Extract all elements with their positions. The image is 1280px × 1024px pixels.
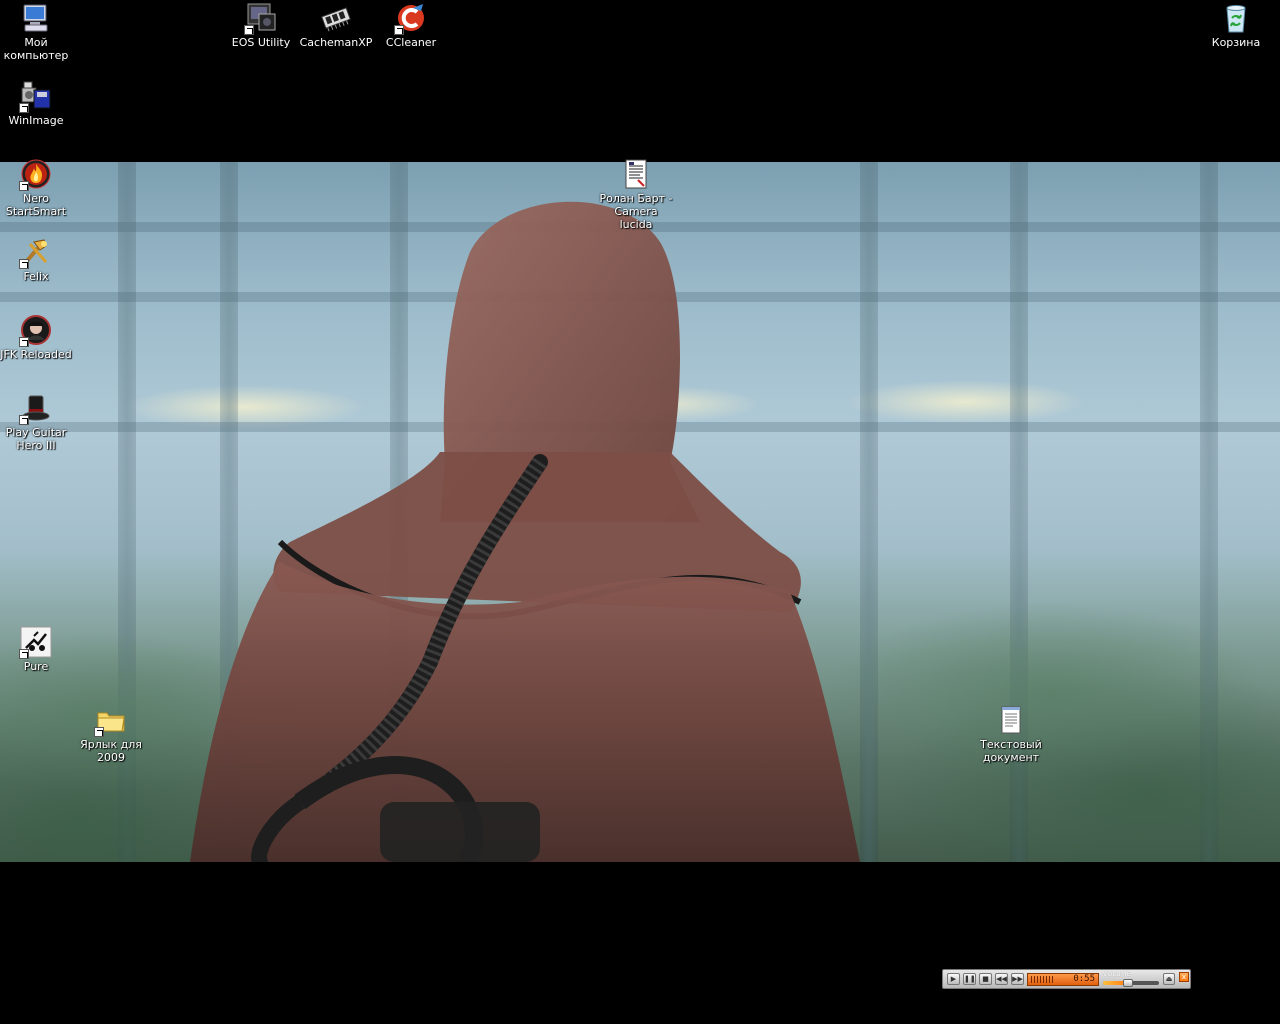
desktop-icon-roland-barthes[interactable]: Ролан Барт - Camera lucida — [598, 158, 674, 231]
pause-button[interactable]: ❚❚ — [963, 973, 976, 985]
recycle-bin-icon — [1220, 2, 1252, 34]
visualizer — [1031, 976, 1055, 983]
previous-button[interactable]: ◀◀ — [995, 973, 1008, 985]
desktop-icon-jfk-reloaded[interactable]: JFK Reloaded — [0, 314, 74, 361]
options-button[interactable]: x — [1179, 972, 1189, 982]
jfk-icon — [19, 314, 52, 347]
time-readout: 0:55 — [1073, 974, 1095, 984]
desktop-icon-winimage[interactable]: WinImage — [0, 80, 74, 127]
folder-icon — [94, 704, 127, 737]
stop-button[interactable]: ■ — [979, 973, 992, 985]
desktop-icon-my-computer[interactable]: Мой компьютер — [0, 2, 74, 62]
desktop-icon-cachemanxp[interactable]: CachemanXP — [298, 2, 374, 49]
next-button[interactable]: ▶▶ — [1011, 973, 1024, 985]
document-icon — [620, 158, 652, 190]
computer-icon — [20, 2, 52, 34]
tools-icon — [19, 236, 52, 269]
hooded-figure-image — [190, 201, 860, 862]
eject-button[interactable]: ⏏ — [1163, 973, 1175, 985]
camera-utility-icon — [244, 2, 277, 35]
volume-slider[interactable] — [1103, 979, 1159, 987]
volume-label: VOLUME — [1103, 971, 1132, 978]
memory-chip-icon — [320, 2, 352, 34]
time-display: 0:55 — [1027, 973, 1099, 986]
notepad-icon — [995, 704, 1027, 736]
desktop-wallpaper — [0, 162, 1280, 862]
desktop-icon-text-document[interactable]: Текстовый документ — [973, 704, 1049, 764]
ccleaner-icon — [394, 2, 427, 35]
pure-icon — [19, 626, 52, 659]
volume-knob[interactable] — [1123, 979, 1134, 987]
top-hat-icon — [19, 392, 52, 425]
desktop-icon-shortcut-2009[interactable]: Ярлык для 2009 — [73, 704, 149, 764]
desktop-icon-nero-startsmart[interactable]: Nero StartSmart — [0, 158, 74, 218]
play-button[interactable]: ▶ — [947, 973, 960, 985]
desktop-icon-guitar-hero[interactable]: Play Guitar Hero III — [0, 392, 74, 452]
desktop-icon-recycle-bin[interactable]: Корзина — [1198, 2, 1274, 49]
desktop-icon-felix[interactable]: Felix — [0, 236, 74, 283]
disk-image-icon — [19, 80, 52, 113]
nero-flame-icon — [19, 158, 52, 191]
desktop-icon-pure[interactable]: Pure — [0, 626, 74, 673]
media-player-toolbar: ▶ ❚❚ ■ ◀◀ ▶▶ 0:55 VOLUME ⏏ x — [942, 969, 1191, 989]
desktop-icon-ccleaner[interactable]: CCleaner — [373, 2, 449, 49]
desktop-icon-eos-utility[interactable]: EOS Utility — [223, 2, 299, 49]
